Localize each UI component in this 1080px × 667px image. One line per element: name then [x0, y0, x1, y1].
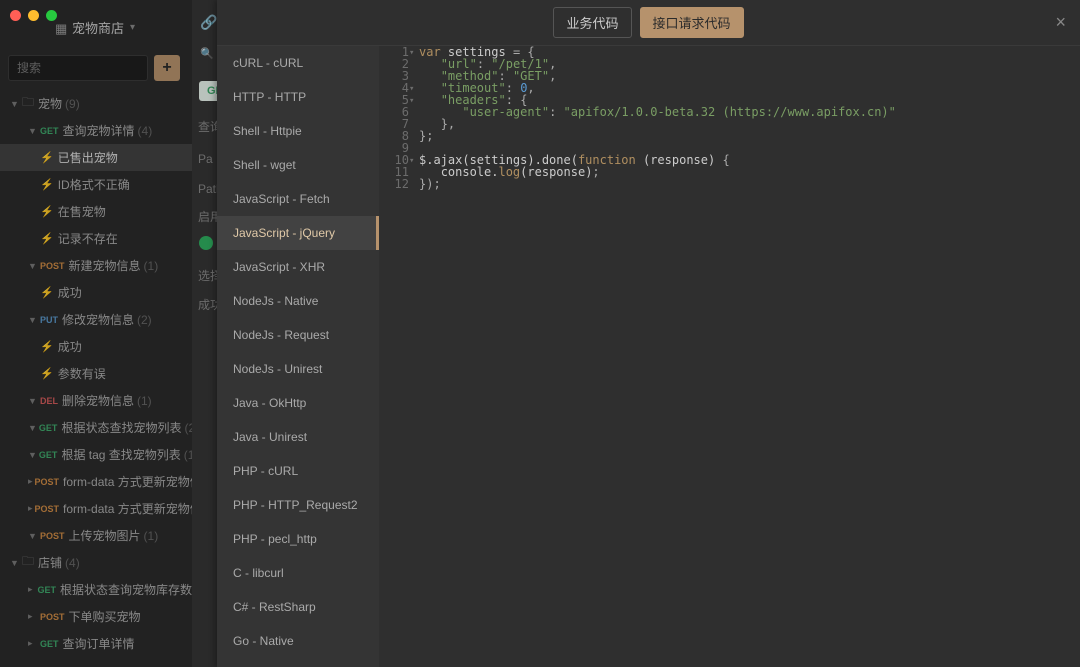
language-option[interactable]: NodeJs - Unirest	[217, 352, 379, 386]
language-option[interactable]: PHP - cURL	[217, 454, 379, 488]
close-window-icon[interactable]	[10, 10, 21, 21]
language-option[interactable]: Java - Unirest	[217, 420, 379, 454]
maximize-window-icon[interactable]	[46, 10, 57, 21]
code-content: var settings = { "url": "/pet/1", "metho…	[419, 46, 896, 190]
close-icon[interactable]: ×	[1055, 12, 1066, 33]
codegen-modal: 业务代码 接口请求代码 × cURL - cURLHTTP - HTTPShel…	[217, 0, 1080, 667]
fold-icon[interactable]: ▾	[409, 83, 414, 95]
language-option[interactable]: PHP - pecl_http	[217, 522, 379, 556]
header-tabs: 业务代码 接口请求代码	[553, 7, 743, 38]
code-editor[interactable]: 123456789101112 var settings = { "url": …	[379, 46, 1080, 667]
line-number: 12	[379, 178, 415, 190]
code-line: },	[419, 118, 896, 130]
line-number: 8	[379, 130, 415, 142]
line-number: 7	[379, 118, 415, 130]
language-option[interactable]: C - libcurl	[217, 556, 379, 590]
code-line: };	[419, 130, 896, 142]
language-option[interactable]: cURL - cURL	[217, 46, 379, 80]
line-number: 2	[379, 58, 415, 70]
language-option[interactable]: NodeJs - Request	[217, 318, 379, 352]
minimize-window-icon[interactable]	[28, 10, 39, 21]
fold-icon[interactable]: ▾	[409, 47, 414, 59]
line-number: 3	[379, 70, 415, 82]
language-option[interactable]: JavaScript - XHR	[217, 250, 379, 284]
tab-request-code[interactable]: 接口请求代码	[640, 7, 744, 38]
language-list: cURL - cURLHTTP - HTTPShell - HttpieShel…	[217, 46, 379, 667]
language-option[interactable]: Java - OkHttp	[217, 386, 379, 420]
modal-header: 业务代码 接口请求代码 ×	[217, 0, 1080, 46]
code-line: });	[419, 178, 896, 190]
language-option[interactable]: Shell - wget	[217, 148, 379, 182]
language-option[interactable]: PHP - HTTP_Request2	[217, 488, 379, 522]
language-option[interactable]: JavaScript - Fetch	[217, 182, 379, 216]
code-line: console.log(response);	[419, 166, 896, 178]
line-number: 6	[379, 106, 415, 118]
tab-business-code[interactable]: 业务代码	[553, 7, 631, 38]
fold-icon[interactable]: ▾	[409, 95, 414, 107]
language-option[interactable]: C# - RestSharp	[217, 590, 379, 624]
language-option[interactable]: HTTP - HTTP	[217, 80, 379, 114]
language-option[interactable]: Shell - Httpie	[217, 114, 379, 148]
line-number-gutter: 123456789101112	[379, 46, 415, 190]
fold-icon[interactable]: ▾	[409, 155, 414, 167]
language-option[interactable]: Go - Native	[217, 624, 379, 658]
code-line: "user-agent": "apifox/1.0.0-beta.32 (htt…	[419, 106, 896, 118]
language-option[interactable]: NodeJs - Native	[217, 284, 379, 318]
window-controls	[10, 10, 57, 21]
language-option[interactable]: JavaScript - jQuery	[217, 216, 379, 250]
